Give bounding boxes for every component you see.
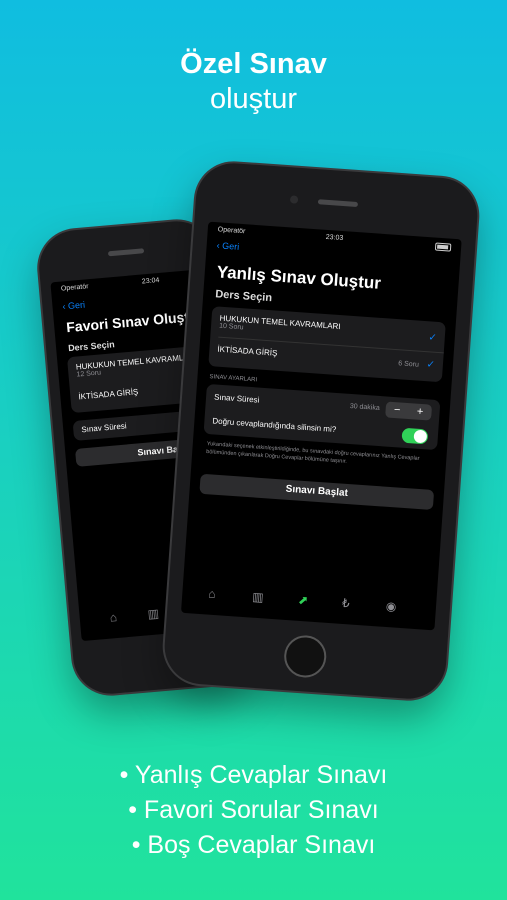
course-list: HUKUKUN TEMEL KAVRAMLARI 10 Soru ✓ İKTİS… [208,306,446,383]
feature-item: • Boş Cevaplar Sınavı [131,831,376,859]
checkmark-icon: ✓ [426,359,436,371]
course-item[interactable]: İKTİSADA GİRİŞ 6 Soru ✓ [217,344,436,371]
speaker-grille [107,248,145,257]
headline: Özel Sınav oluştur [0,46,507,116]
profile-icon[interactable]: ◉ [385,599,396,614]
settings-header: SINAV AYARLARI [209,374,258,384]
chart-icon[interactable]: ⬈ [298,593,309,608]
stepper-minus-button[interactable]: − [385,401,409,419]
back-label: Geri [67,299,86,312]
headline-subtitle: oluştur [209,83,298,115]
battery-icon [434,242,452,252]
back-button[interactable]: ‹ Geri [62,300,85,312]
checkmark-icon: ✓ [427,332,438,344]
front-phone-screen: Operatör 23:03 ‹ Geri Yanlış Sınav Oluşt… [180,221,462,631]
back-label: Geri [221,240,240,252]
home-icon[interactable]: ⌂ [208,587,216,601]
library-icon[interactable]: ▥ [252,590,264,605]
course-name: İKTİSADA GİRİŞ [217,344,278,358]
section-title: Ders Seçin [214,288,273,305]
stepper-plus-button[interactable]: + [408,403,432,421]
feature-item: • Yanlış Cevaplar Sınavı [119,761,388,789]
course-item[interactable]: HUKUKUN TEMEL KAVRAMLARI 10 Soru ✓ [219,314,438,345]
tab-bar: ⌂ ▥ ⬈ ₺ ◉ [181,573,437,631]
feature-item: • Favori Sorular Sınavı [128,796,379,824]
section-title: Ders Seçin [67,339,115,354]
duration-stepper: − + [385,401,433,421]
status-bar: Operatör 23:03 [208,226,461,252]
page-title: Yanlış Sınav Oluştur [216,262,382,293]
delete-toggle-row: Doğru cevaplandığında silinsin mi? [212,416,430,440]
front-camera [289,195,299,204]
library-icon[interactable]: ▥ [147,606,160,621]
home-button[interactable] [282,634,328,679]
start-exam-button[interactable]: Sınavı Başlat [199,473,435,510]
duration-value: 30 dakika [349,402,380,413]
delete-toggle-label: Doğru cevaplandığında silinsin mi? [212,416,337,435]
feature-list: • Yanlış Cevaplar Sınavı • Favori Sorula… [0,758,507,863]
course-count: 6 Soru [398,360,420,369]
lira-icon[interactable]: ₺ [342,596,351,610]
speaker-grille [317,199,359,208]
headline-title: Özel Sınav [180,48,327,80]
back-button[interactable]: ‹ Geri [216,240,239,252]
duration-label: Sınav Süresi [213,392,260,405]
home-icon[interactable]: ⌂ [109,610,117,625]
front-phone: Operatör 23:03 ‹ Geri Yanlış Sınav Oluşt… [162,160,480,702]
duration-label: Sınav Süresi [80,421,127,435]
delete-toggle[interactable] [401,427,429,445]
status-time: 23:03 [325,233,344,243]
settings-card: Sınav Süresi 30 dakika − + Doğru cevapla… [203,383,441,451]
